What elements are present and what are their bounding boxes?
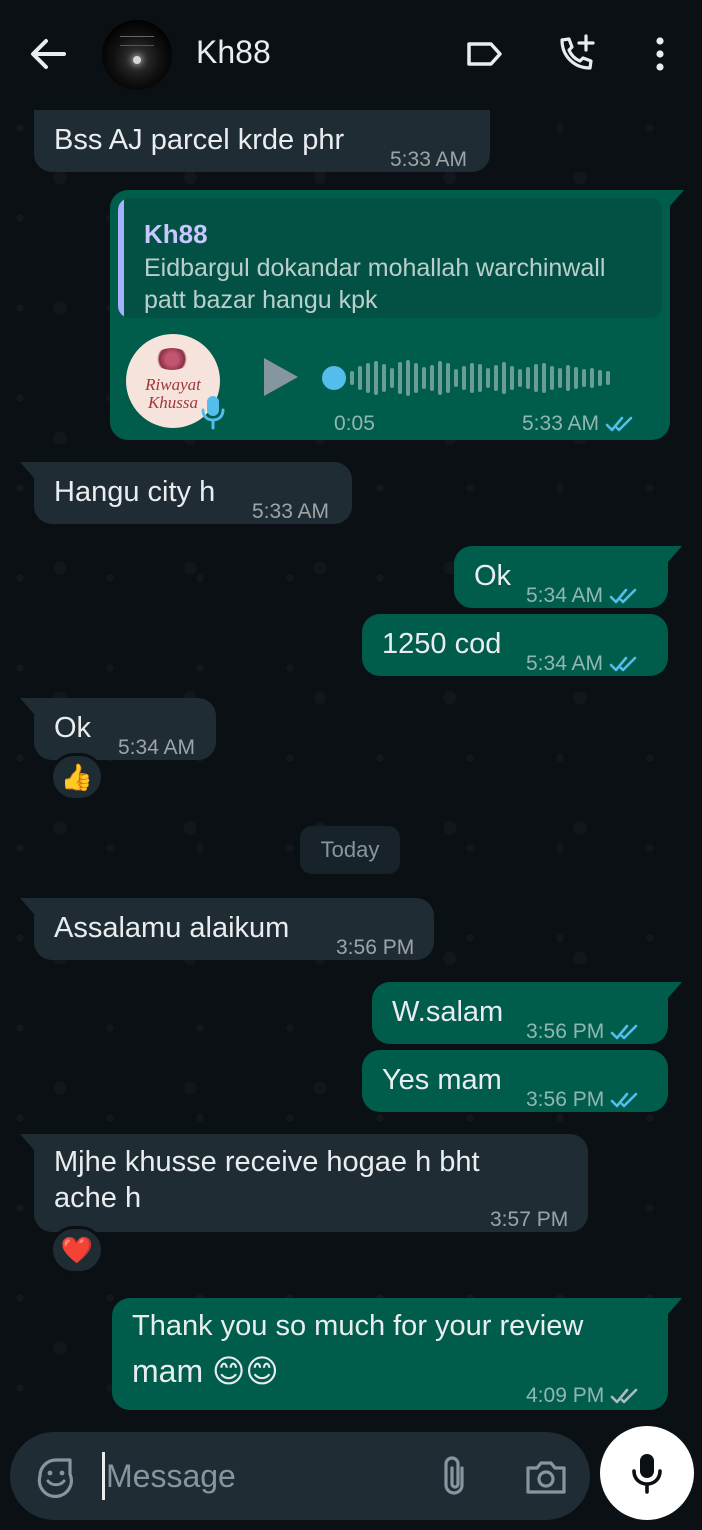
contact-name[interactable]: Kh88	[196, 34, 271, 71]
message-time: 4:09 PM	[526, 1378, 642, 1414]
message-text: W.salam	[392, 996, 504, 1028]
playback-slider-thumb[interactable]	[322, 366, 346, 390]
message-text-line-2: ache h	[54, 1182, 142, 1214]
message-input[interactable]	[106, 1448, 406, 1504]
message-text: Assalamu alaikum	[54, 912, 290, 944]
outgoing-message[interactable]: Ok 5:34 AM	[454, 546, 682, 608]
quoted-message[interactable]: Kh88 Eidbargul dokandar mohallah warchin…	[118, 198, 662, 318]
message-time: 5:33 AM	[390, 148, 468, 171]
read-ticks-icon	[609, 588, 637, 604]
message-text-line-1: Mjhe khusse receive hogae h bht	[54, 1146, 480, 1178]
microphone-icon	[201, 396, 225, 430]
message-time: 3:57 PM	[490, 1208, 569, 1231]
message-text: Ok	[54, 712, 92, 744]
message-time: 5:33 AM	[252, 500, 330, 523]
contact-avatar[interactable]	[102, 20, 172, 90]
message-text-line-2: mam 😊😊	[132, 1353, 279, 1389]
quoted-author: Kh88	[144, 219, 208, 249]
camera-icon[interactable]	[524, 1454, 568, 1498]
message-text: 1250 cod	[382, 628, 502, 660]
voice-record-button[interactable]	[600, 1426, 694, 1520]
sticker-icon[interactable]	[34, 1454, 78, 1498]
message-text: Hangu city h	[54, 476, 216, 508]
date-divider: Today	[300, 826, 400, 874]
reaction-heart[interactable]: ❤️	[50, 1226, 104, 1274]
chat-area[interactable]: Bss AJ parcel krde phr 5:33 AM Kh88 Eidb…	[0, 108, 702, 1422]
delivered-ticks-icon	[610, 1388, 638, 1404]
chat-header: Kh88	[0, 0, 702, 108]
incoming-message[interactable]: Hangu city h 5:33 AM	[20, 462, 352, 524]
more-vertical-icon[interactable]	[640, 34, 680, 74]
text-cursor	[102, 1452, 105, 1500]
incoming-message[interactable]: Assalamu alaikum 3:56 PM	[20, 898, 434, 960]
message-text: Ok	[474, 560, 512, 592]
voice-waveform[interactable]	[350, 358, 640, 398]
incoming-message[interactable]: Ok 5:34 AM	[20, 698, 216, 760]
label-icon[interactable]	[464, 34, 504, 74]
outgoing-message[interactable]: Yes mam 3:56 PM	[362, 1050, 668, 1112]
paperclip-icon[interactable]	[434, 1454, 474, 1498]
reaction-thumbs-up[interactable]: 👍	[50, 753, 104, 801]
message-text: Yes mam	[382, 1064, 502, 1096]
message-composer	[10, 1432, 590, 1520]
message-text: Bss AJ parcel krde phr	[54, 124, 345, 156]
outgoing-message[interactable]: 1250 cod 5:34 AM	[362, 614, 668, 676]
read-ticks-icon	[609, 656, 637, 672]
incoming-message[interactable]: Bss AJ parcel krde phr 5:33 AM	[34, 110, 490, 172]
outgoing-message[interactable]: W.salam 3:56 PM	[372, 982, 682, 1044]
message-time: 5:33 AM	[522, 406, 637, 442]
incoming-message[interactable]: Mjhe khusse receive hogae h bht ache h 3…	[20, 1134, 588, 1232]
read-ticks-icon	[610, 1092, 638, 1108]
voice-duration: 0:05	[334, 412, 375, 435]
back-arrow-icon[interactable]	[26, 32, 70, 76]
outgoing-voice-message[interactable]: Kh88 Eidbargul dokandar mohallah warchin…	[110, 190, 684, 442]
microphone-icon	[632, 1454, 662, 1494]
read-ticks-icon	[605, 416, 633, 432]
read-ticks-icon	[610, 1024, 638, 1040]
add-call-icon[interactable]	[556, 34, 596, 74]
message-time: 3:56 PM	[526, 1014, 642, 1050]
message-time: 5:34 AM	[526, 578, 641, 614]
quoted-text: Eidbargul dokandar mohallah warchinwall …	[144, 254, 606, 314]
message-time: 3:56 PM	[336, 936, 415, 959]
message-time: 5:34 AM	[118, 736, 196, 759]
message-time: 3:56 PM	[526, 1082, 642, 1118]
message-text-line-1: Thank you so much for your review	[132, 1310, 584, 1342]
play-icon[interactable]	[258, 354, 302, 400]
outgoing-message[interactable]: Thank you so much for your review mam 😊😊…	[112, 1298, 682, 1410]
message-time: 5:34 AM	[526, 646, 641, 682]
